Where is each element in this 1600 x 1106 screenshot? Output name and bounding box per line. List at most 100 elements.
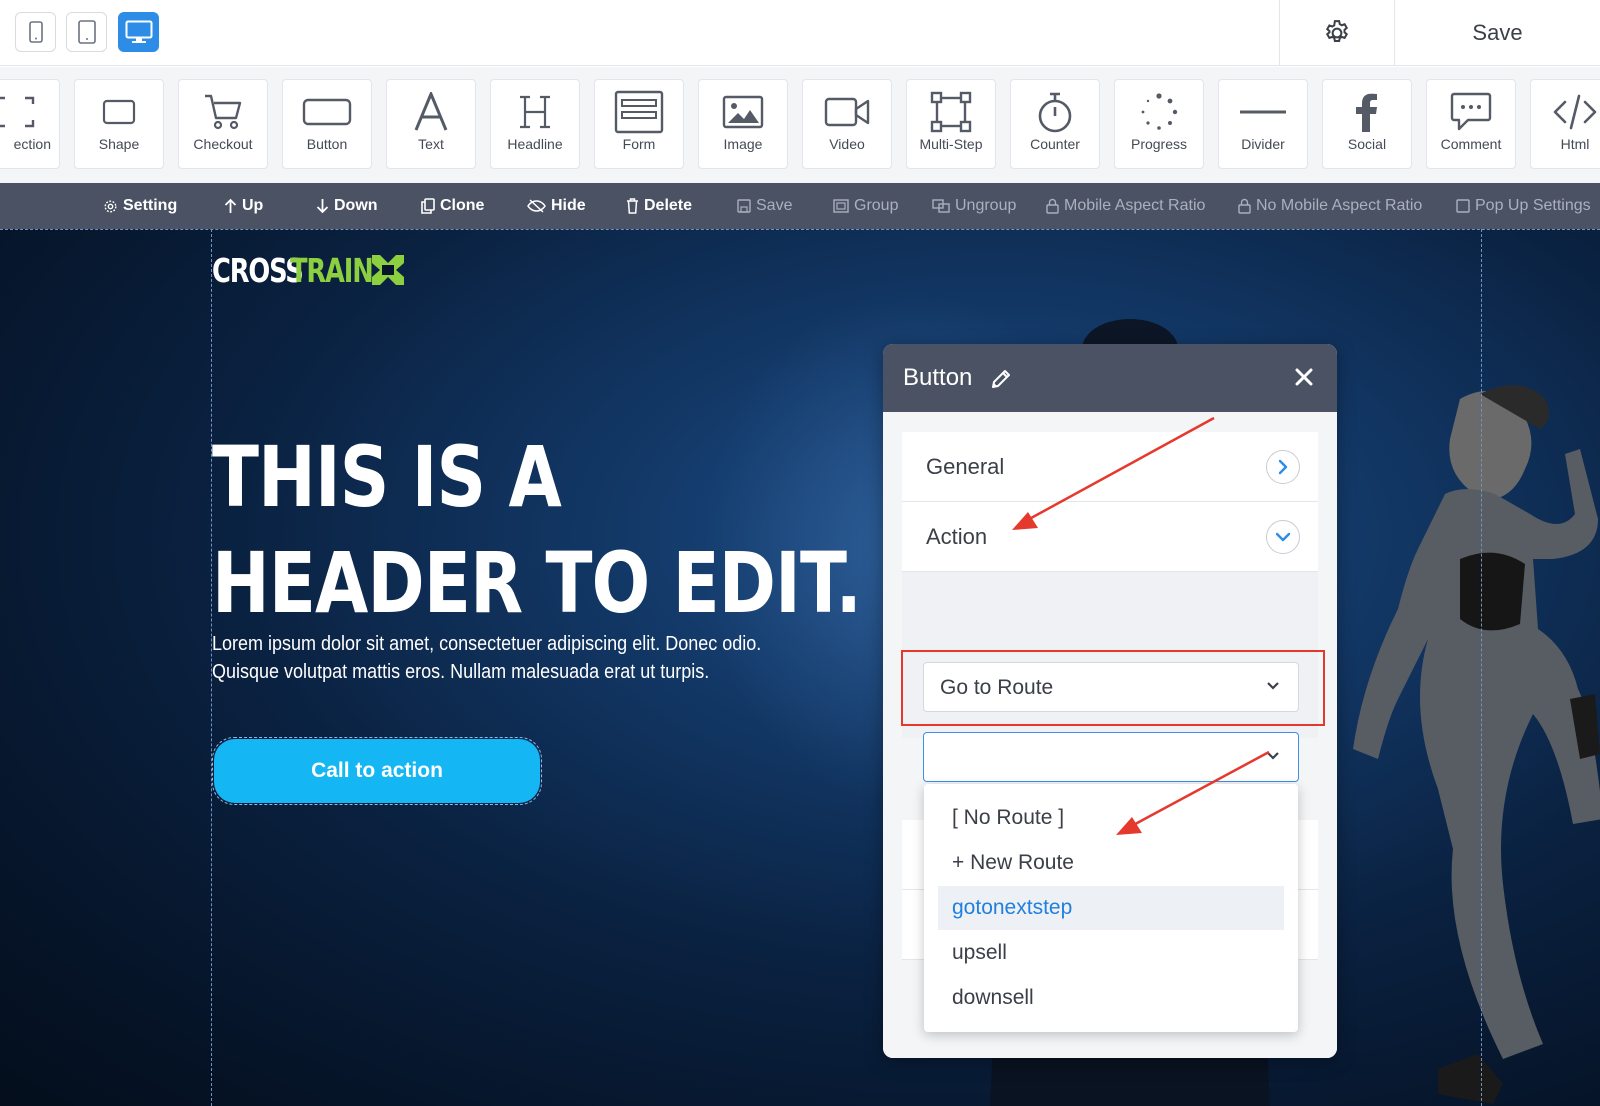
save-icon <box>737 199 751 213</box>
top-bar: Save <box>0 0 1600 66</box>
group-action[interactable]: Group <box>833 183 898 229</box>
element-checkout[interactable]: Checkout <box>178 79 268 169</box>
element-shape[interactable]: Shape <box>74 79 164 169</box>
action-section-header[interactable]: Action <box>902 502 1318 572</box>
section-boundary <box>0 229 1600 230</box>
action-label: No Mobile Aspect Ratio <box>1256 197 1423 214</box>
page-subtext[interactable]: Lorem ipsum dolor sit amet, consectetuer… <box>212 630 833 686</box>
page-headline[interactable]: THIS IS A HEADER TO EDIT. <box>212 424 862 636</box>
action-type-select[interactable]: Go to Route <box>923 662 1299 712</box>
general-section-header[interactable]: General <box>902 432 1318 502</box>
panel-header: Button <box>883 344 1337 412</box>
container-guide-right <box>1481 229 1482 1106</box>
mobile-view-button[interactable] <box>15 12 56 52</box>
crosstrain-logo[interactable]: CROSS TRAIN <box>212 250 408 290</box>
shape-icon <box>102 99 136 125</box>
square-icon <box>1456 199 1470 213</box>
chevron-right-icon[interactable] <box>1266 449 1300 484</box>
chevron-down-icon[interactable] <box>1266 519 1300 554</box>
arrow-down-icon <box>316 199 329 214</box>
element-progress[interactable]: Progress <box>1114 79 1204 169</box>
element-social[interactable]: Social <box>1322 79 1412 169</box>
route-option[interactable]: downsell <box>938 976 1284 1020</box>
element-label: Divider <box>1241 136 1285 152</box>
cart-icon <box>205 94 242 130</box>
action-label: Ungroup <box>955 197 1017 214</box>
action-label: Up <box>242 197 264 214</box>
element-label: Image <box>723 136 763 152</box>
hide-action[interactable]: Hide <box>527 183 586 229</box>
route-option-selected[interactable]: gotonextstep <box>938 886 1284 930</box>
element-headline[interactable]: Headline <box>490 79 580 169</box>
action-label: Mobile Aspect Ratio <box>1064 197 1206 214</box>
element-label: Headline <box>507 136 563 152</box>
eye-slash-icon <box>527 199 546 213</box>
element-label: Shape <box>98 136 140 152</box>
route-select[interactable] <box>923 732 1299 782</box>
multistep-icon <box>930 91 972 133</box>
clone-action[interactable]: Clone <box>421 183 484 229</box>
chevron-down-icon <box>1267 752 1279 760</box>
panel-body: General Action Go to Route [ No Route ] … <box>883 412 1337 1058</box>
progress-icon <box>1141 93 1178 130</box>
element-label: Button <box>306 136 348 152</box>
tablet-view-button[interactable] <box>66 12 107 52</box>
delete-action[interactable]: Delete <box>626 183 692 229</box>
section-icon <box>0 96 35 128</box>
element-video[interactable]: Video <box>802 79 892 169</box>
section-label: General <box>926 453 1005 479</box>
page-canvas[interactable]: CROSS TRAIN THIS IS A HEADER TO EDIT. Lo… <box>0 229 1600 1106</box>
route-option[interactable]: [ No Route ] <box>938 796 1284 840</box>
clone-icon <box>421 198 435 214</box>
no-mobile-aspect-ratio-action[interactable]: No Mobile Aspect Ratio <box>1238 183 1422 229</box>
form-icon <box>614 90 664 134</box>
headline-icon <box>520 95 550 129</box>
call-to-action-button[interactable]: Call to action <box>214 739 540 803</box>
stopwatch-icon <box>1038 92 1072 133</box>
element-form[interactable]: Form <box>594 79 684 169</box>
element-label: Html <box>1560 136 1590 152</box>
logo-text-green: TRAIN <box>290 250 374 290</box>
headline-line-1: THIS IS A <box>212 428 562 526</box>
select-value: Go to Route <box>940 676 1054 699</box>
desktop-icon <box>125 20 152 43</box>
settings-button[interactable] <box>1280 0 1394 66</box>
pop-up-settings-action[interactable]: Pop Up Settings <box>1456 183 1591 229</box>
comment-icon <box>1450 92 1492 131</box>
close-icon[interactable] <box>1293 366 1315 388</box>
setting-action[interactable]: Setting <box>103 183 177 229</box>
chevron-down-icon <box>1267 682 1279 690</box>
route-option[interactable]: upsell <box>938 931 1284 975</box>
element-label: Video <box>829 136 865 152</box>
panel-title: Button <box>903 364 973 391</box>
element-comment[interactable]: Comment <box>1426 79 1516 169</box>
element-button[interactable]: Button <box>282 79 372 169</box>
element-divider[interactable]: Divider <box>1218 79 1308 169</box>
element-html[interactable]: Html <box>1530 79 1600 169</box>
element-section[interactable]: ection <box>0 79 60 169</box>
divider-icon <box>1240 110 1286 114</box>
down-action[interactable]: Down <box>316 183 378 229</box>
up-action[interactable]: Up <box>224 183 263 229</box>
element-counter[interactable]: Counter <box>1010 79 1100 169</box>
action-label: Delete <box>644 197 693 214</box>
tablet-icon <box>77 20 96 44</box>
video-icon <box>824 97 870 127</box>
arrow-up-icon <box>224 198 237 213</box>
headline-line-2: HEADER TO EDIT. <box>212 534 862 632</box>
route-option[interactable]: + New Route <box>938 841 1284 885</box>
ungroup-action[interactable]: Ungroup <box>932 183 1016 229</box>
save-block-action[interactable]: Save <box>737 183 792 229</box>
action-label: Setting <box>123 197 178 214</box>
save-button[interactable]: Save <box>1395 0 1600 66</box>
element-label: Progress <box>1130 136 1188 152</box>
trash-icon <box>627 198 638 214</box>
element-multi-step[interactable]: Multi-Step <box>906 79 996 169</box>
element-image[interactable]: Image <box>698 79 788 169</box>
mobile-aspect-ratio-action[interactable]: Mobile Aspect Ratio <box>1046 183 1205 229</box>
element-label: Text <box>418 136 444 152</box>
element-text[interactable]: Text <box>386 79 476 169</box>
pencil-icon[interactable] <box>990 368 1012 390</box>
group-icon <box>833 199 849 213</box>
desktop-view-button[interactable] <box>118 12 159 52</box>
